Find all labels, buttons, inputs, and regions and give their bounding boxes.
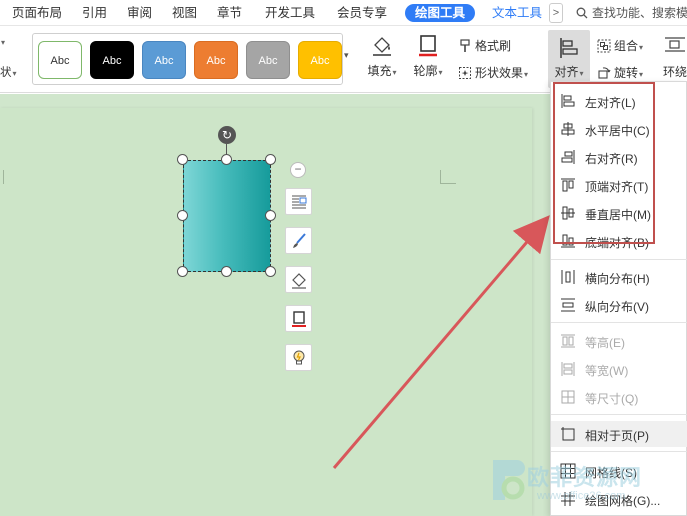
watermark-logo-icon [493,460,525,500]
watermark-url: www.office26.com [537,490,626,502]
watermark-text: 欧菲资源网 [527,465,643,490]
watermark: 欧菲资源网 www.office26.com [487,452,687,512]
annotation-highlight-box [553,82,655,244]
same-size-icon [561,390,575,404]
same-width-icon [561,362,575,376]
menu-item-distribute-horizontal[interactable]: 横向分布(H) [551,264,687,290]
menu-item-same-height: 等高(E) [551,328,687,354]
menu-item-relative-to-page[interactable]: 相对于页(P) [551,421,687,447]
menu-separator [551,322,687,323]
same-height-icon [561,334,575,348]
distribute-vertical-icon [561,298,575,312]
menu-item-same-size: 等尺寸(Q) [551,384,687,410]
relative-page-icon [561,427,575,441]
menu-separator [551,414,687,415]
menu-item-distribute-vertical[interactable]: 纵向分布(V) [551,292,687,318]
distribute-horizontal-icon [561,270,575,284]
menu-item-same-width: 等宽(W) [551,356,687,382]
menu-separator [551,259,687,260]
